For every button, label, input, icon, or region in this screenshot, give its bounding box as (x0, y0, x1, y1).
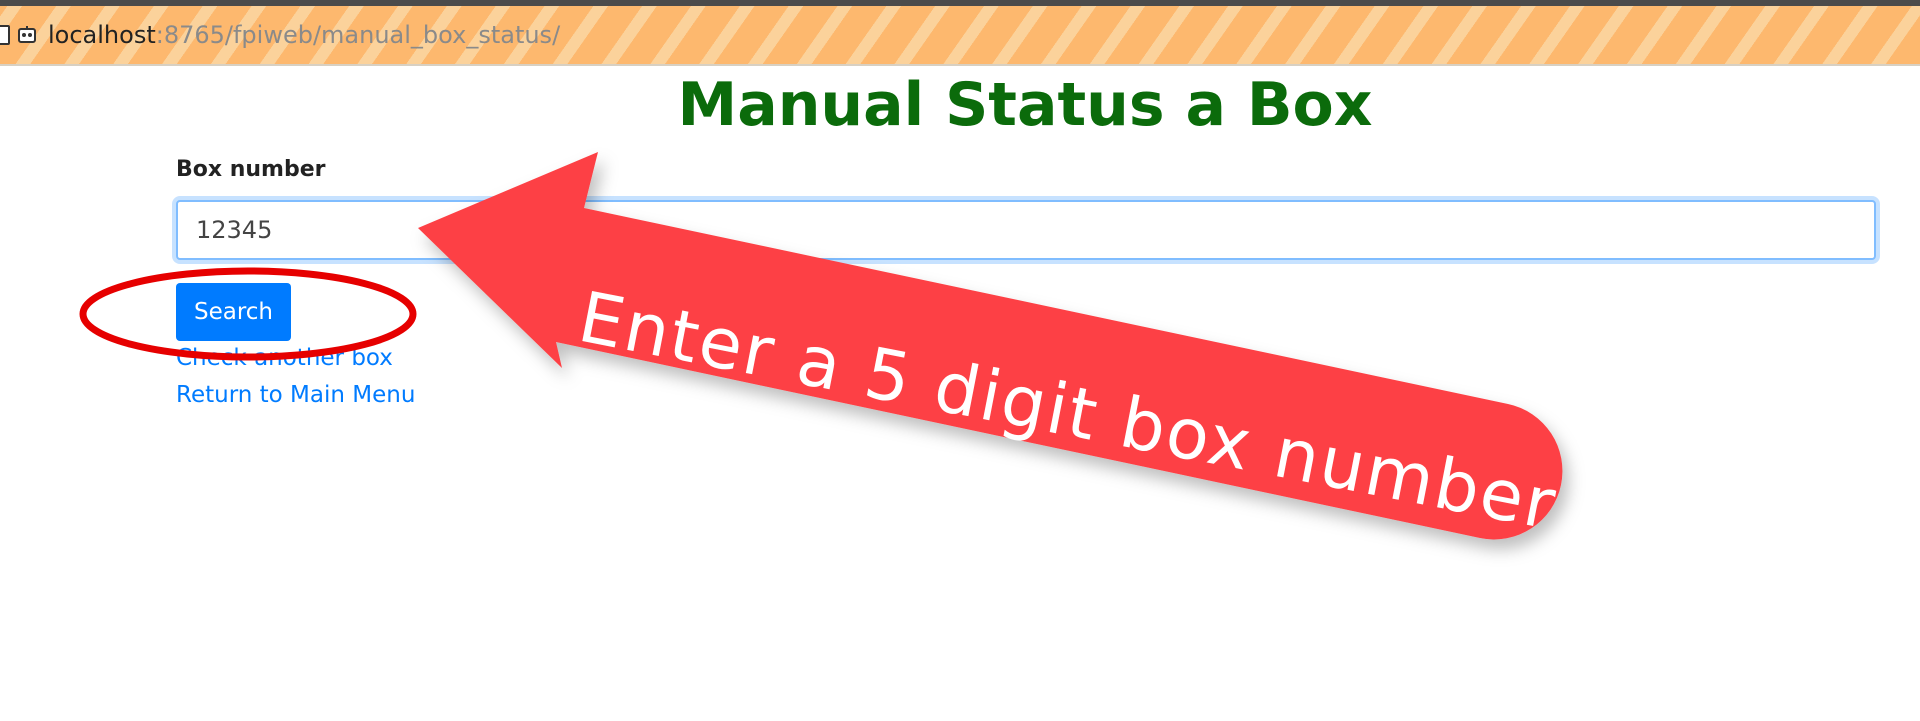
check-another-box-link[interactable]: Check another box (176, 345, 393, 371)
browser-url-bar[interactable]: localhost:8765/fpiweb/manual_box_status/ (0, 0, 1920, 66)
return-main-menu-link[interactable]: Return to Main Menu (176, 382, 415, 408)
robot-icon (18, 26, 36, 43)
page-title: Manual Status a Box (677, 70, 1373, 140)
page-icon (0, 25, 10, 45)
annotation-arrow-text: Enter a 5 digit box number (572, 276, 1564, 547)
box-number-input[interactable] (176, 200, 1876, 260)
url-text[interactable]: localhost:8765/fpiweb/manual_box_status/ (48, 21, 560, 49)
url-icons (0, 25, 38, 45)
url-path: :8765/fpiweb/manual_box_status/ (155, 21, 561, 49)
page: localhost:8765/fpiweb/manual_box_status/… (0, 0, 1920, 721)
box-number-label: Box number (176, 157, 326, 182)
url-host: localhost (48, 21, 156, 49)
search-button[interactable]: Search (176, 283, 291, 341)
